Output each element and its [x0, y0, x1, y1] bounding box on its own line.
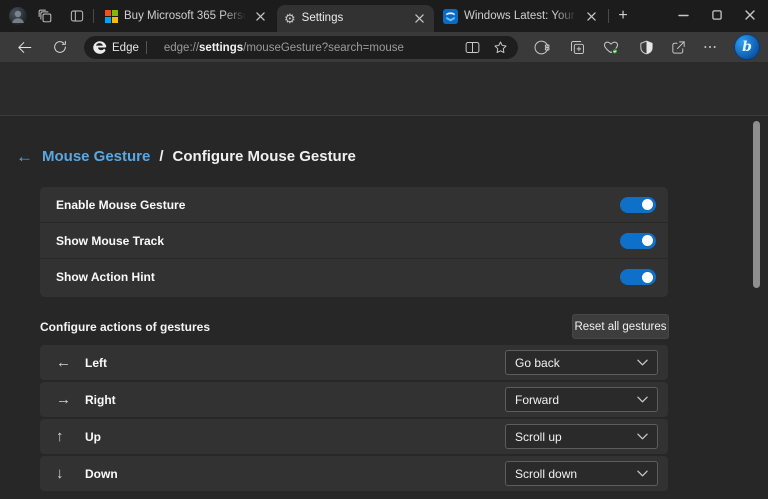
collections-icon[interactable] [564, 34, 590, 60]
setting-label: Enable Mouse Gesture [56, 198, 185, 212]
windows-latest-favicon [443, 9, 458, 24]
gestures-section-label: Configure actions of gestures [40, 320, 210, 334]
tab-title: Settings [302, 5, 405, 32]
reset-all-gestures-button[interactable]: Reset all gestures [572, 314, 669, 339]
address-bar[interactable]: Edge edge://settings/mouseGesture?search… [84, 36, 518, 59]
gesture-action-dropdown-right[interactable]: Forward [505, 387, 658, 412]
left-arrow-icon: ← [56, 354, 78, 371]
gesture-direction: Right [85, 393, 116, 407]
breadcrumb-back-icon[interactable]: ← [16, 148, 33, 165]
share-icon[interactable] [665, 34, 691, 60]
enable-mouse-gesture-toggle[interactable] [620, 197, 656, 213]
settings-header: Settings [0, 62, 768, 116]
tab-title: Buy Microsoft 365 Personal (F [124, 3, 246, 30]
right-arrow-icon: → [56, 391, 78, 408]
breadcrumb-parent-link[interactable]: Mouse Gesture [42, 148, 150, 165]
profile-avatar[interactable] [9, 7, 27, 25]
dropdown-value: Forward [515, 393, 637, 407]
gesture-row-left: ← Left Go back [40, 345, 668, 380]
workspaces-icon[interactable] [33, 6, 57, 26]
setting-row-enable-mouse-gesture: Enable Mouse Gesture [40, 187, 668, 223]
site-info-chip[interactable]: Edge [92, 40, 155, 55]
breadcrumb-separator: / [159, 148, 163, 165]
microsoft-logo-icon [105, 10, 118, 23]
gesture-row-right: → Right Forward [40, 382, 668, 417]
minimize-button[interactable] [667, 2, 700, 28]
gear-icon: ⚙ [284, 12, 296, 25]
dropdown-value: Scroll down [515, 467, 637, 481]
browser-essentials-icon[interactable] [598, 34, 624, 60]
dropdown-value: Go back [515, 356, 637, 370]
setting-row-show-mouse-track: Show Mouse Track [40, 223, 668, 259]
show-action-hint-toggle[interactable] [620, 269, 656, 285]
show-mouse-track-toggle[interactable] [620, 233, 656, 249]
maximize-button[interactable] [700, 2, 733, 28]
up-arrow-icon: ↑ [56, 428, 78, 445]
chevron-down-icon [637, 470, 648, 477]
wallet-icon[interactable] [633, 34, 659, 60]
tab-windows-latest[interactable]: Windows Latest: Your Source [436, 3, 606, 30]
tab-close-icon[interactable] [252, 9, 268, 25]
gesture-action-dropdown-left[interactable]: Go back [505, 350, 658, 375]
chevron-down-icon [637, 396, 648, 403]
setting-row-show-action-hint: Show Action Hint [40, 259, 668, 295]
tab-settings[interactable]: ⚙ Settings [277, 5, 434, 32]
split-screen-icon[interactable] [464, 39, 481, 56]
tab-buy-microsoft-365[interactable]: Buy Microsoft 365 Personal (F [98, 3, 275, 30]
divider [93, 9, 94, 23]
navigation-toolbar: Edge edge://settings/mouseGesture?search… [0, 32, 768, 62]
tab-title: Windows Latest: Your Source [464, 3, 577, 30]
gesture-action-dropdown-down[interactable]: Scroll down [505, 461, 658, 486]
tab-close-icon[interactable] [411, 11, 427, 27]
copilot-icon[interactable]: b [734, 34, 760, 60]
refresh-icon[interactable] [47, 34, 73, 60]
back-icon[interactable] [11, 34, 37, 60]
divider [146, 41, 147, 54]
gesture-direction: Down [85, 467, 118, 481]
tab-actions-icon[interactable] [65, 6, 89, 26]
gesture-direction: Left [85, 356, 107, 370]
titlebar: Buy Microsoft 365 Personal (F ⚙ Settings… [0, 0, 768, 32]
more-options-icon[interactable] [697, 34, 723, 60]
down-arrow-icon: ↓ [56, 465, 78, 482]
gesture-row-down: ↓ Down Scroll down [40, 456, 668, 491]
gesture-row-up: ↑ Up Scroll up [40, 419, 668, 454]
gesture-direction: Up [85, 430, 101, 444]
breadcrumb-current: Configure Mouse Gesture [173, 148, 356, 165]
window-controls [667, 2, 766, 28]
gesture-action-dropdown-up[interactable]: Scroll up [505, 424, 658, 449]
setting-label: Show Action Hint [56, 270, 155, 284]
url-text: edge://settings/mouseGesture?search=mous… [164, 42, 404, 54]
chevron-down-icon [637, 433, 648, 440]
divider [608, 9, 609, 23]
site-chip-label: Edge [112, 42, 139, 54]
chevron-down-icon [637, 359, 648, 366]
new-tab-button[interactable]: + [611, 6, 635, 26]
edge-logo-icon [92, 40, 107, 55]
dropdown-value: Scroll up [515, 430, 637, 444]
toggles-card: Enable Mouse Gesture Show Mouse Track Sh… [40, 187, 668, 297]
extensions-icon[interactable] [528, 34, 554, 60]
favorites-star-icon[interactable] [492, 39, 509, 56]
close-window-button[interactable] [733, 2, 766, 28]
breadcrumb: ← Mouse Gesture / Configure Mouse Gestur… [16, 148, 356, 165]
setting-label: Show Mouse Track [56, 234, 164, 248]
tab-close-icon[interactable] [583, 9, 599, 25]
scrollbar-thumb[interactable] [753, 121, 760, 288]
